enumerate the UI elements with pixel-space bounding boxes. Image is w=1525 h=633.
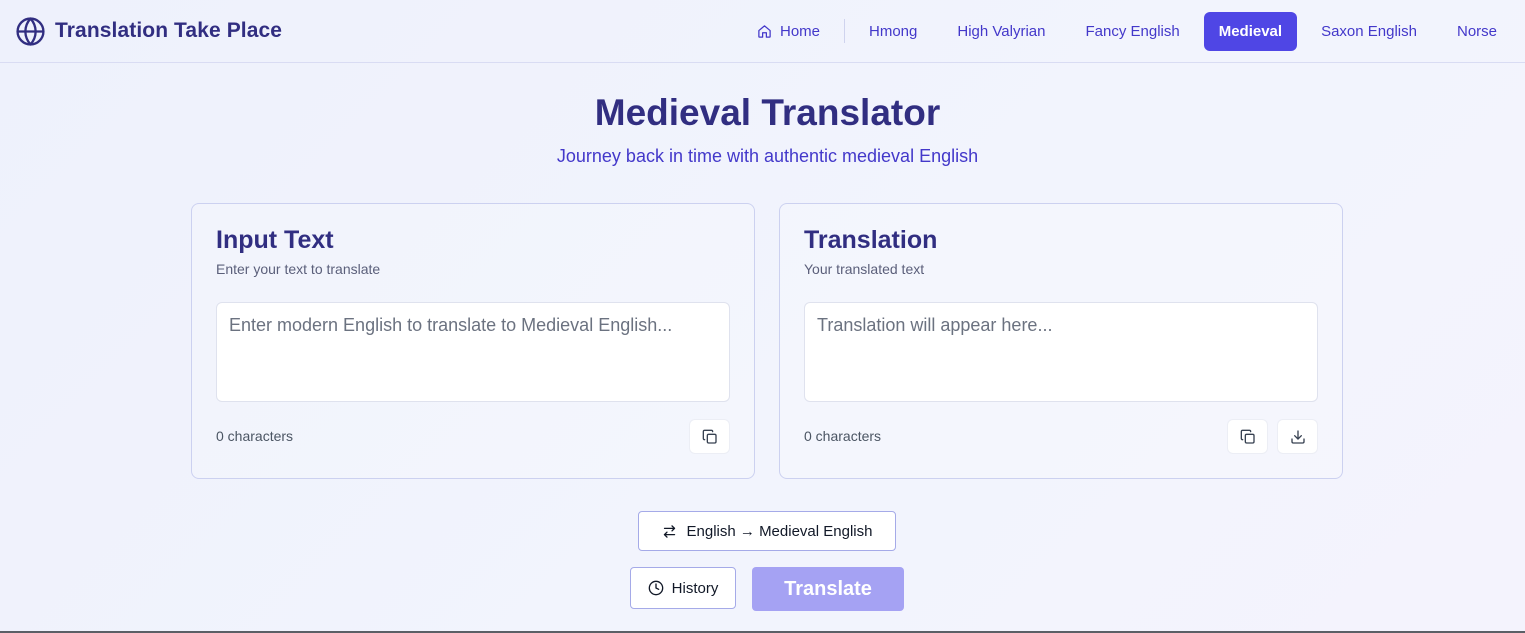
- brand[interactable]: Translation Take Place: [15, 16, 282, 47]
- nav-norse[interactable]: Norse: [1445, 12, 1509, 51]
- download-icon: [1290, 429, 1306, 445]
- translation-card-subtitle: Your translated text: [804, 261, 925, 277]
- translation-char-count: 0 characters: [804, 428, 882, 444]
- home-icon: [757, 24, 772, 39]
- copy-translation-button[interactable]: [1227, 419, 1268, 454]
- history-label: History: [671, 579, 719, 597]
- translation-output[interactable]: Translation will appear here...: [804, 302, 1318, 402]
- translation-card: Translation Your translated text Transla…: [779, 203, 1343, 479]
- globe-icon: [15, 16, 46, 47]
- download-button[interactable]: [1277, 419, 1318, 454]
- nav-saxon-english[interactable]: Saxon English: [1309, 12, 1429, 51]
- input-char-count: 0 characters: [216, 428, 294, 444]
- direction-label: English → Medieval English: [686, 522, 873, 540]
- page-subtitle: Journey back in time with authentic medi…: [556, 146, 979, 166]
- input-card-title: Input Text: [216, 226, 334, 254]
- copy-input-button[interactable]: [689, 419, 730, 454]
- history-button[interactable]: History: [630, 567, 736, 609]
- input-textarea[interactable]: Enter modern English to translate to Med…: [216, 302, 730, 402]
- top-navbar: Translation Take Place Home Hmong High V…: [0, 0, 1525, 63]
- nav-divider: [844, 19, 846, 43]
- brand-title: Translation Take Place: [55, 19, 283, 42]
- translate-button[interactable]: Translate: [752, 567, 904, 611]
- swap-icon: [662, 524, 677, 539]
- page-title: Medieval Translator: [594, 92, 941, 133]
- input-card: Input Text Enter your text to translate …: [191, 203, 755, 479]
- nav-hmong[interactable]: Hmong: [857, 12, 929, 51]
- translation-card-title: Translation: [804, 226, 938, 254]
- copy-icon: [702, 429, 718, 445]
- input-card-subtitle: Enter your text to translate: [216, 261, 381, 277]
- nav-home[interactable]: Home: [745, 12, 832, 51]
- main-nav: Home Hmong High Valyrian Fancy English M…: [745, 0, 1509, 63]
- nav-medieval[interactable]: Medieval: [1203, 11, 1298, 51]
- nav-home-label: Home: [780, 22, 821, 40]
- copy-icon: [1240, 429, 1256, 445]
- nav-fancy-english[interactable]: Fancy English: [1073, 12, 1191, 51]
- nav-high-valyrian[interactable]: High Valyrian: [945, 12, 1057, 51]
- swap-direction-button[interactable]: English → Medieval English: [638, 511, 896, 551]
- clock-icon: [648, 580, 664, 596]
